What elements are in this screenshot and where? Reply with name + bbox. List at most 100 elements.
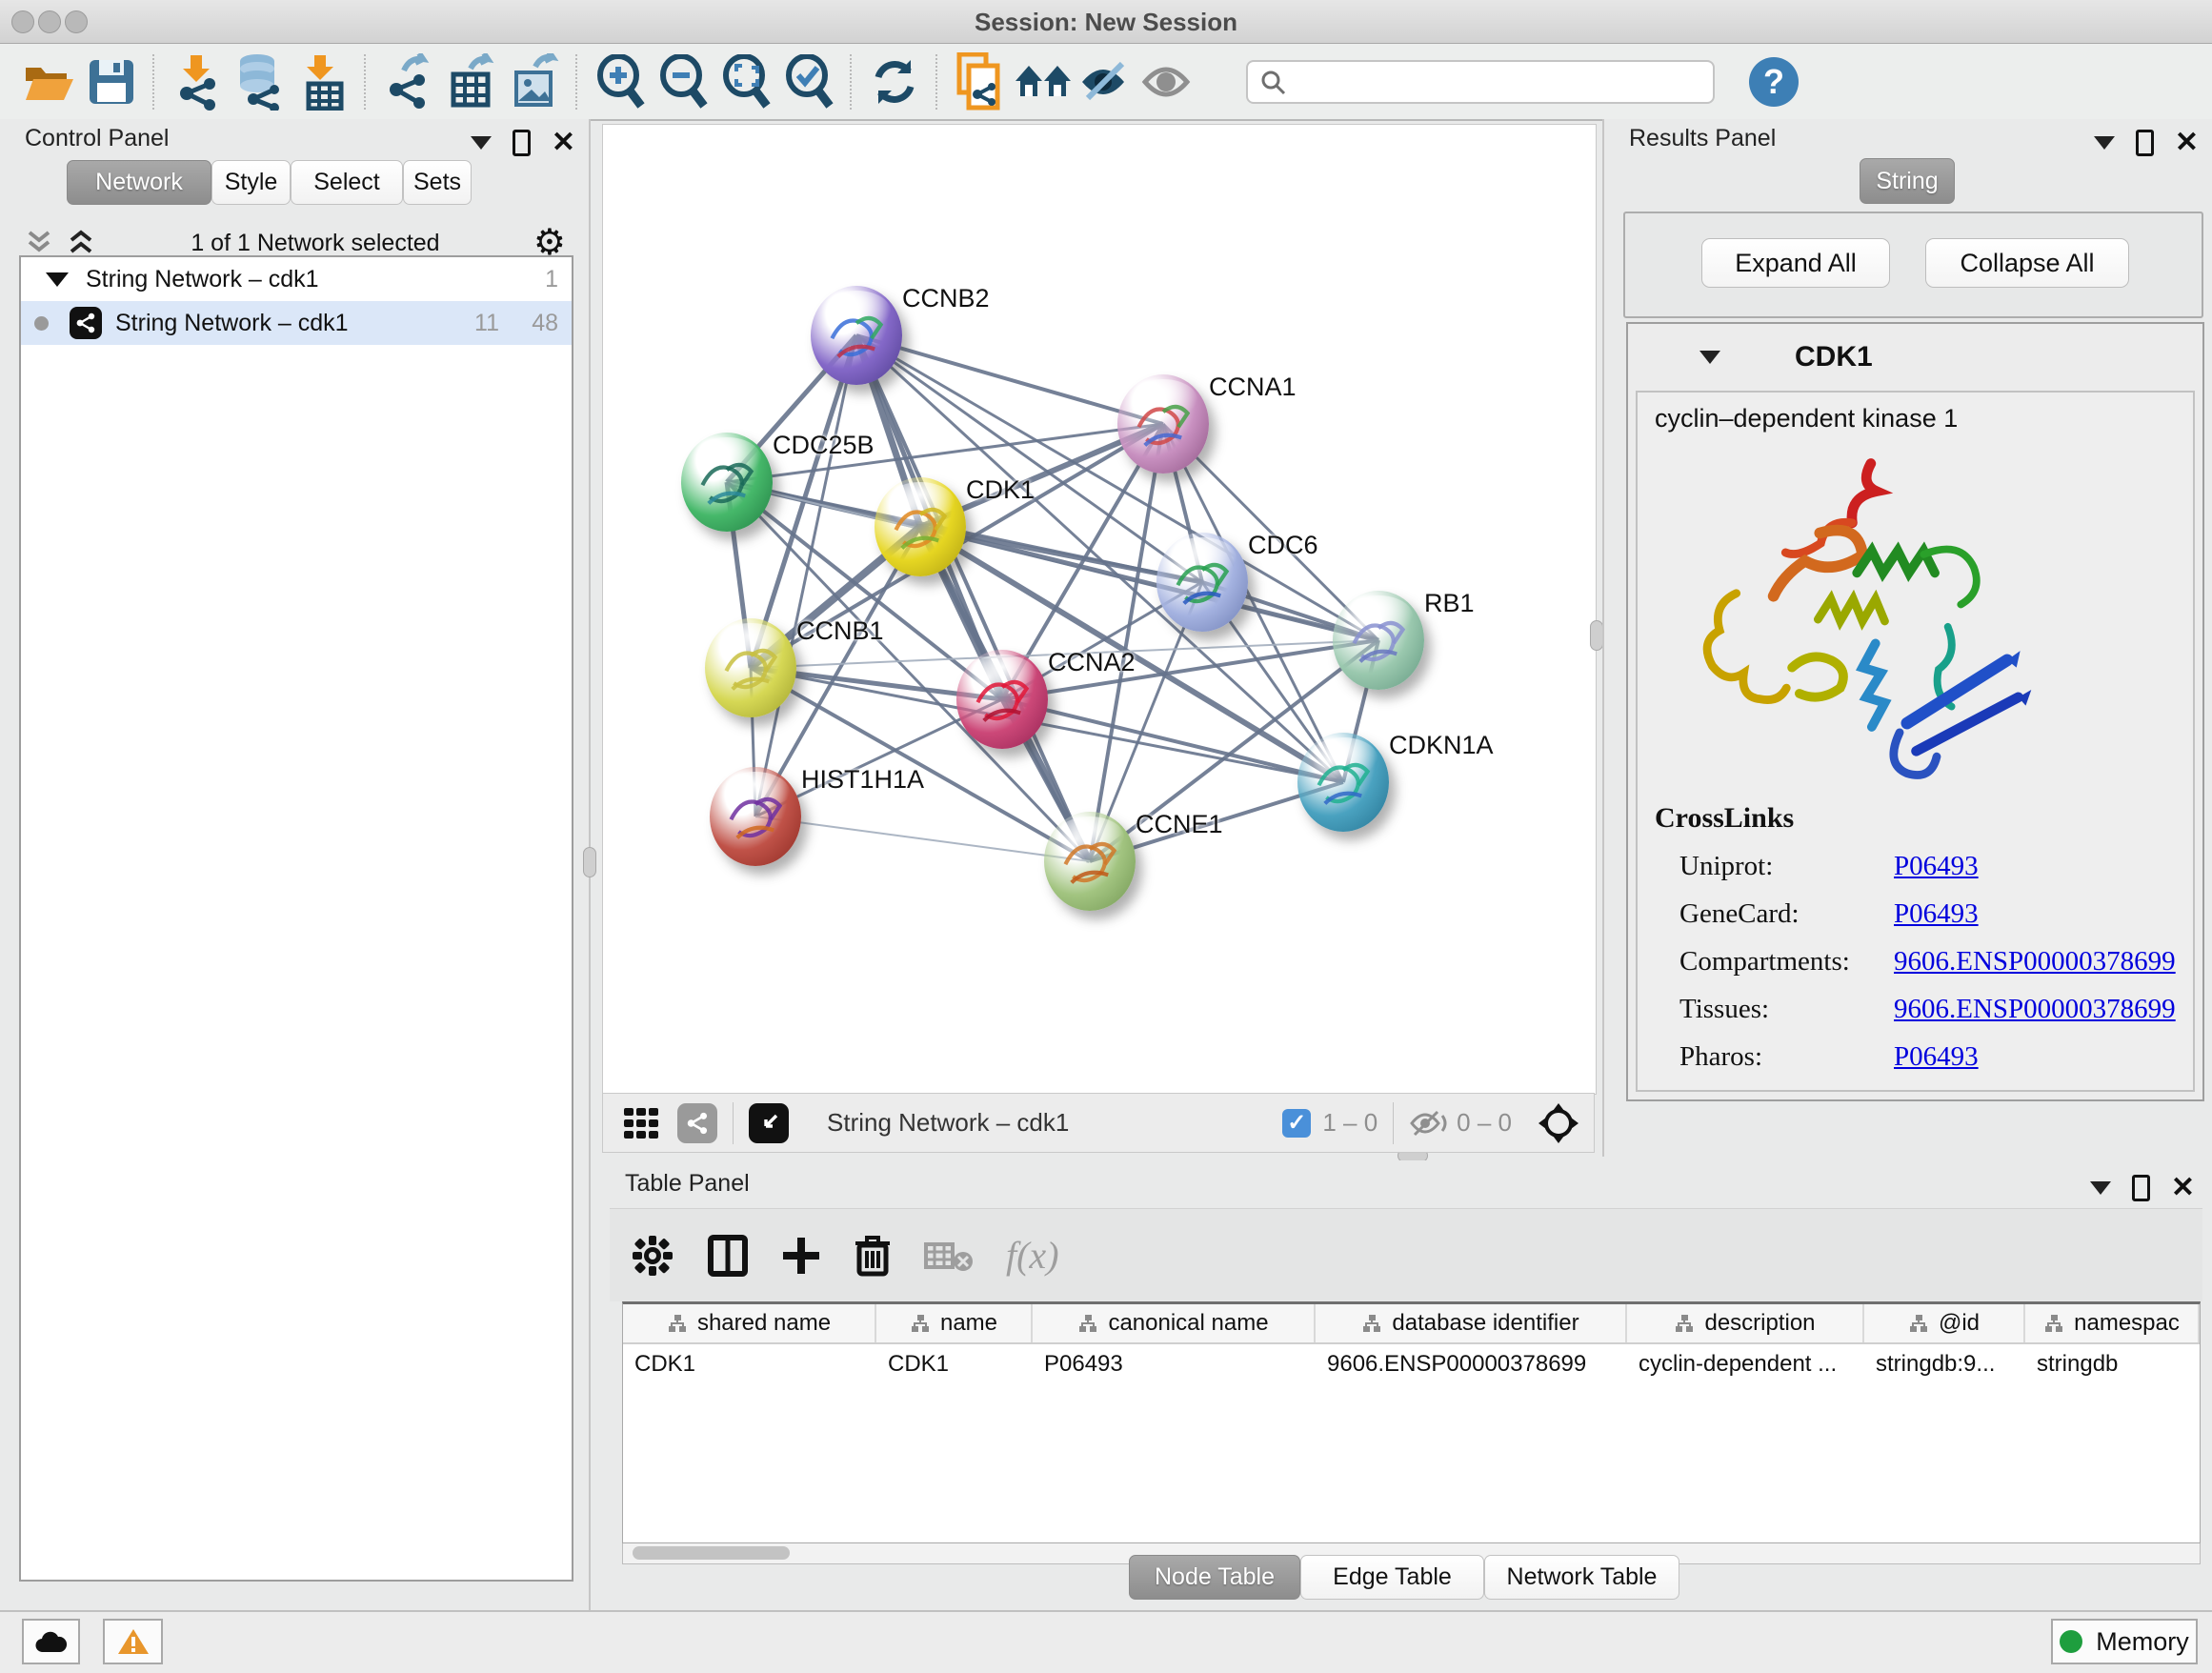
zoom-fit-button[interactable] <box>714 51 777 112</box>
table-row[interactable]: CDK1CDK1P064939606.ENSP00000378699cyclin… <box>623 1344 2200 1384</box>
panel-close-icon[interactable]: ✕ <box>2171 1178 2195 1199</box>
column-header[interactable]: name <box>876 1304 1033 1342</box>
collapse-triangle-icon[interactable] <box>1699 351 1720 364</box>
column-header[interactable]: @id <box>1864 1304 2025 1342</box>
panel-float-icon[interactable] <box>513 130 531 156</box>
panel-close-icon[interactable]: ✕ <box>2175 132 2199 153</box>
network-node-cdkn1a[interactable] <box>1297 733 1389 832</box>
table-options-gear-icon[interactable] <box>631 1234 674 1278</box>
clone-network-button[interactable] <box>949 51 1012 112</box>
network-node-cdc6[interactable] <box>1156 533 1248 632</box>
crosslink-link[interactable]: P06493 <box>1894 1041 1979 1072</box>
panel-menu-icon[interactable] <box>2090 1181 2111 1195</box>
network-node-cdc25b[interactable] <box>681 433 773 532</box>
network-node-cdk1[interactable] <box>875 477 966 576</box>
network-canvas[interactable]: CCNB2CCNA1CDC25BCDK1CDC6RB1CCNB1CCNA2CDK… <box>602 124 1597 1095</box>
crosslink-link[interactable]: P06493 <box>1894 851 1979 881</box>
selected-indicator-checkbox[interactable]: ✓ <box>1282 1109 1311 1138</box>
crosslink-link[interactable]: 9606.ENSP00000378699 <box>1894 946 2176 977</box>
tab-network-table[interactable]: Network Table <box>1484 1555 1679 1600</box>
scrollbar-thumb[interactable] <box>633 1546 790 1560</box>
string-view-icon[interactable] <box>677 1103 717 1143</box>
table-cell[interactable]: P06493 <box>1033 1344 1316 1384</box>
network-node-rb1[interactable] <box>1333 591 1424 690</box>
column-header[interactable]: description <box>1627 1304 1864 1342</box>
table-cell[interactable]: CDK1 <box>876 1344 1033 1384</box>
network-row[interactable]: String Network – cdk1 11 48 <box>21 301 572 345</box>
delete-column-icon[interactable] <box>854 1234 892 1278</box>
show-all-panels-button[interactable] <box>1012 51 1075 112</box>
import-network-button[interactable] <box>166 51 229 112</box>
cloud-status-button[interactable] <box>22 1619 80 1664</box>
fit-selected-crosshair-icon[interactable] <box>1537 1101 1580 1145</box>
network-edge[interactable] <box>755 816 1090 861</box>
search-input[interactable] <box>1286 68 1690 96</box>
tab-sets[interactable]: Sets <box>403 160 472 205</box>
hide-panels-button[interactable] <box>1075 51 1137 112</box>
right-splitter-grip[interactable] <box>1590 620 1603 651</box>
toolbar-separator <box>850 54 854 110</box>
export-network-button[interactable] <box>377 51 440 112</box>
string-app-icon <box>70 307 102 339</box>
create-column-icon[interactable] <box>781 1236 821 1276</box>
column-header[interactable]: namespac <box>2025 1304 2200 1342</box>
expand-all-button[interactable]: Expand All <box>1701 238 1890 288</box>
panel-float-icon[interactable] <box>2132 1175 2150 1201</box>
grid-view-icon[interactable] <box>620 1102 662 1144</box>
left-splitter-grip[interactable] <box>583 847 596 877</box>
warnings-button[interactable] <box>103 1619 163 1664</box>
network-node-ccne1[interactable] <box>1044 812 1136 911</box>
panel-menu-icon[interactable] <box>471 136 492 150</box>
zoom-selected-button[interactable] <box>777 51 840 112</box>
crosslink-link[interactable]: 9606.ENSP00000378699 <box>1894 994 2176 1024</box>
open-session-button[interactable] <box>17 51 80 112</box>
collection-count: 1 <box>545 266 558 293</box>
network-node-ccnb2[interactable] <box>811 286 902 385</box>
expand-all-icon[interactable] <box>65 229 97 257</box>
column-header[interactable]: canonical name <box>1033 1304 1316 1342</box>
birds-eye-view-icon[interactable] <box>749 1103 789 1143</box>
tab-edge-table[interactable]: Edge Table <box>1300 1555 1484 1600</box>
import-table-button[interactable] <box>292 51 354 112</box>
table-cell[interactable]: cyclin-dependent ... <box>1627 1344 1864 1384</box>
table-cell[interactable]: stringdb:9... <box>1864 1344 2025 1384</box>
collapse-all-icon[interactable] <box>23 229 55 257</box>
zoom-out-button[interactable] <box>652 51 714 112</box>
tab-select[interactable]: Select <box>291 160 403 205</box>
protein-card-header[interactable]: CDK1 <box>1628 324 2202 391</box>
tab-network[interactable]: Network <box>67 160 211 205</box>
memory-button[interactable]: Memory <box>2051 1619 2198 1664</box>
import-network-from-database-button[interactable] <box>229 51 292 112</box>
panel-float-icon[interactable] <box>2136 130 2154 156</box>
column-header[interactable]: shared name <box>623 1304 876 1342</box>
network-node-ccna2[interactable] <box>956 650 1048 749</box>
collapse-triangle-icon[interactable] <box>46 272 69 287</box>
table-cell[interactable]: stringdb <box>2025 1344 2200 1384</box>
network-options-gear-icon[interactable]: ⚙ <box>533 229 566 257</box>
table-tabs: Node Table Edge Table Network Table <box>1129 1555 1679 1600</box>
export-image-button[interactable] <box>503 51 566 112</box>
tab-style[interactable]: Style <box>211 160 291 205</box>
column-header[interactable]: database identifier <box>1316 1304 1627 1342</box>
tab-node-table[interactable]: Node Table <box>1129 1555 1300 1600</box>
show-hide-gray-button[interactable] <box>1137 51 1200 112</box>
table-cell[interactable]: 9606.ENSP00000378699 <box>1316 1344 1627 1384</box>
network-edge[interactable] <box>755 335 856 816</box>
refresh-button[interactable] <box>863 51 926 112</box>
crosslink-link[interactable]: P06493 <box>1894 898 1979 929</box>
network-node-hist1h1a[interactable] <box>710 767 801 866</box>
tab-string[interactable]: String <box>1860 158 1955 204</box>
export-table-button[interactable] <box>440 51 503 112</box>
zoom-in-button[interactable] <box>589 51 652 112</box>
network-collection-row[interactable]: String Network – cdk1 1 <box>21 257 572 301</box>
show-column-icon[interactable] <box>707 1234 749 1278</box>
panel-menu-icon[interactable] <box>2094 136 2115 150</box>
network-node-ccna1[interactable] <box>1117 374 1209 474</box>
toolbar-search[interactable] <box>1246 60 1715 104</box>
network-node-ccnb1[interactable] <box>705 618 796 717</box>
collapse-all-button[interactable]: Collapse All <box>1925 238 2129 288</box>
panel-close-icon[interactable]: ✕ <box>552 132 575 153</box>
save-session-button[interactable] <box>80 51 143 112</box>
table-cell[interactable]: CDK1 <box>623 1344 876 1384</box>
help-button[interactable]: ? <box>1749 57 1799 107</box>
